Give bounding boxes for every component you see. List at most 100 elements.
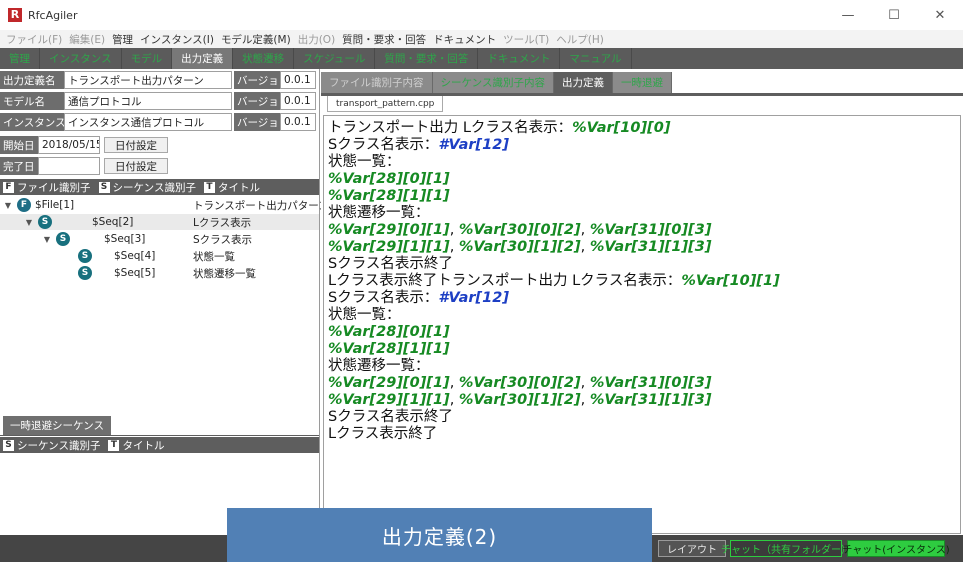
file-badge-icon: F xyxy=(3,181,14,193)
editor-variable: %Var[28][1][1] xyxy=(328,188,450,204)
editor-line: Sクラス名表示終了 xyxy=(328,409,956,426)
tab-sequence-content[interactable]: シーケンス識別子内容 xyxy=(432,72,554,93)
instance-field[interactable]: インスタンス通信プロトコル xyxy=(64,113,232,131)
menu-edit[interactable]: 編集(E) xyxy=(69,32,105,47)
temp-header-title-label: タイトル xyxy=(122,439,165,452)
editor-variable: %Var[31][1][3] xyxy=(589,392,712,408)
version-label-1: バージョン xyxy=(234,71,289,89)
model-label: モデル名 xyxy=(0,92,64,110)
maximize-button[interactable]: ☐ xyxy=(871,0,917,30)
editor-variable: %Var[30][0][2] xyxy=(458,375,581,391)
editor-line: Sクラス名表示：#Var[12] xyxy=(328,137,956,154)
menu-document[interactable]: ドキュメント xyxy=(433,32,496,47)
editor-line: トランスポート出力 Lクラス名表示：%Var[10][0] xyxy=(328,120,956,137)
editor-variable: %Var[29][1][1] xyxy=(328,392,450,408)
menu-output[interactable]: 出力(O) xyxy=(298,32,335,47)
tree-node-id: $Seq[3] xyxy=(104,233,146,245)
menu-file[interactable]: ファイル(F) xyxy=(6,32,62,47)
editor-text: 状態一覧： xyxy=(328,307,401,323)
tree-header-file-label: ファイル識別子 xyxy=(17,181,91,194)
main-tab-strip: 管理 インスタンス モデル 出力定義 状態遷移 スケジュール 質問・要求・回答 … xyxy=(0,48,963,69)
output-def-field[interactable]: トランスポート出力パターン xyxy=(64,71,232,89)
tree-node-title: トランスポート出力パターン１ xyxy=(193,199,340,212)
tree-header-seq: S シーケンス識別子 xyxy=(98,180,196,195)
tree-row[interactable]: ▼ F $File[1] トランスポート出力パターン１ xyxy=(0,197,339,213)
tree-row[interactable]: S $Seq[5] 状態遷移一覧 xyxy=(0,265,319,281)
tree-header-title-label: タイトル xyxy=(217,181,260,194)
editor-text: , xyxy=(449,222,459,238)
editor-variable: %Var[30][1][2] xyxy=(458,239,581,255)
editor-text: Sクラス名表示： xyxy=(328,290,439,306)
tab-qa[interactable]: 質問・要求・回答 xyxy=(375,48,479,69)
minimize-button[interactable]: — xyxy=(825,0,871,30)
editor-text: Sクラス名表示： xyxy=(328,137,439,153)
version-label-2: バージョン xyxy=(234,92,289,110)
editor-variable: %Var[31][0][3] xyxy=(589,375,712,391)
file-tab[interactable]: transport_pattern.cpp xyxy=(327,96,444,112)
version-field-2[interactable]: 0.0.1 xyxy=(280,92,316,110)
tab-file-content[interactable]: ファイル識別子内容 xyxy=(321,72,433,93)
expand-arrow-icon[interactable]: ▼ xyxy=(24,218,34,227)
tab-state-transition[interactable]: 状態遷移 xyxy=(233,48,295,69)
editor-variable: %Var[29][1][1] xyxy=(328,239,450,255)
editor-text: , xyxy=(580,392,590,408)
editor-line: Lクラス表示終了トランスポート出力 Lクラス名表示：%Var[10][1] xyxy=(328,273,956,290)
expand-arrow-icon[interactable]: ▼ xyxy=(42,235,52,244)
seq-node-icon: S xyxy=(38,215,52,229)
editor-variable: #Var[12] xyxy=(438,137,509,153)
expand-arrow-icon[interactable]: ▼ xyxy=(3,201,13,210)
tab-schedule[interactable]: スケジュール xyxy=(294,48,376,69)
start-date-set-button[interactable]: 日付設定 xyxy=(104,137,168,153)
subtab-divider xyxy=(0,435,319,436)
editor-variable: %Var[28][0][1] xyxy=(328,171,450,187)
tab-temp-sequence[interactable]: 一時退避シーケンス xyxy=(3,416,111,435)
tree-row[interactable]: ▼ S $Seq[3] Sクラス表示 xyxy=(0,231,319,247)
file-node-icon: F xyxy=(17,198,31,212)
tree-node-title: 状態遷移一覧 xyxy=(193,267,256,280)
editor-line: %Var[28][1][1] xyxy=(328,341,956,358)
version-field-3[interactable]: 0.0.1 xyxy=(280,113,316,131)
end-date-field[interactable] xyxy=(38,157,100,175)
tab-instance[interactable]: インスタンス xyxy=(40,48,122,69)
close-button[interactable]: ✕ xyxy=(917,0,963,30)
tree-node-title: Lクラス表示 xyxy=(193,216,252,229)
chat-shared-folder-button[interactable]: チャット（共有フォルダー） xyxy=(721,540,851,557)
menu-instance[interactable]: インスタンス(I) xyxy=(140,32,214,47)
editor-line: %Var[29][1][1], %Var[30][1][2], %Var[31]… xyxy=(328,239,956,256)
editor-line: Sクラス名表示終了 xyxy=(328,256,956,273)
editor-variable: %Var[30][0][2] xyxy=(458,222,581,238)
menu-tools[interactable]: ツール(T) xyxy=(503,32,549,47)
right-pane: ファイル識別子内容 シーケンス識別子内容 出力定義 一時退避 transport… xyxy=(321,69,963,535)
menu-model-def[interactable]: モデル定義(M) xyxy=(221,32,291,47)
output-editor[interactable]: トランスポート出力 Lクラス名表示：%Var[10][0] Sクラス名表示：#Va… xyxy=(323,115,961,534)
menu-help[interactable]: ヘルプ(H) xyxy=(556,32,604,47)
seq-node-icon: S xyxy=(56,232,70,246)
version-field-1[interactable]: 0.0.1 xyxy=(280,71,316,89)
start-date-field[interactable]: 2018/05/15 xyxy=(38,136,100,154)
tab-document[interactable]: ドキュメント xyxy=(478,48,561,69)
temp-header-seq-label: シーケンス識別子 xyxy=(17,439,101,452)
menu-admin[interactable]: 管理 xyxy=(112,32,133,47)
layout-button[interactable]: レイアウト xyxy=(658,540,726,557)
editor-line: %Var[28][1][1] xyxy=(328,188,956,205)
menu-qa[interactable]: 質問・要求・回答 xyxy=(342,32,426,47)
chat-instance-button[interactable]: チャット(インスタンス) xyxy=(842,540,950,557)
tab-output-def[interactable]: 出力定義 xyxy=(172,48,234,69)
tab-admin[interactable]: 管理 xyxy=(0,48,40,69)
tab-manual[interactable]: マニュアル xyxy=(560,48,632,69)
tree-row[interactable]: ▼ S $Seq[2] Lクラス表示 xyxy=(0,214,319,230)
seq-badge-icon: S xyxy=(98,181,110,193)
tab-output-definition[interactable]: 出力定義 xyxy=(553,72,613,93)
tree-row[interactable]: S $Seq[4] 状態一覧 xyxy=(0,248,319,264)
editor-line: Sクラス名表示：#Var[12] xyxy=(328,290,956,307)
seq-badge-icon: S xyxy=(3,439,14,451)
model-field[interactable]: 通信プロトコル xyxy=(64,92,232,110)
app-title: RfcAgiler xyxy=(28,8,78,22)
editor-text: , xyxy=(449,392,459,408)
start-date-label: 開始日 xyxy=(0,136,38,154)
tab-model[interactable]: モデル xyxy=(122,48,173,69)
window-controls: — ☐ ✕ xyxy=(825,0,963,30)
menu-bar: ファイル(F) 編集(E) 管理 インスタンス(I) モデル定義(M) 出力(O… xyxy=(0,30,963,48)
tab-temp-save[interactable]: 一時退避 xyxy=(612,72,672,93)
end-date-set-button[interactable]: 日付設定 xyxy=(104,158,168,174)
